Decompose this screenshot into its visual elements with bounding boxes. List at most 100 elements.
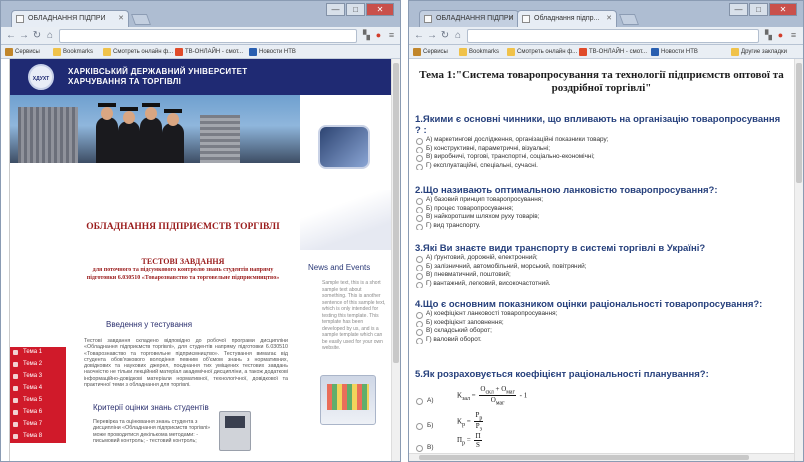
answer-option[interactable]: Б) xyxy=(416,422,433,430)
bookmark-item[interactable]: Смотреть онлайн ф... xyxy=(507,47,577,57)
answer-option[interactable]: Б) коефіцієнт заповнення; xyxy=(415,319,788,328)
site-header: ХДУХТ ХАРКІВСЬКИЙ ДЕРЖАВНИЙ УНІВЕРСИТЕТ … xyxy=(10,59,393,95)
nav-item-topic[interactable]: Тема 8 xyxy=(10,431,66,443)
nav-item-topic[interactable]: Тема 6 xyxy=(10,407,66,419)
minimize-button[interactable]: — xyxy=(729,3,748,16)
bookmark-item[interactable]: Другие закладки xyxy=(731,47,799,57)
answer-option[interactable]: А) маркетингові дослідження, організацій… xyxy=(415,136,788,145)
bookmark-item[interactable]: Сервисы xyxy=(5,47,51,57)
topic-nav: Тема 1 Тема 2 Тема 3 Тема 4 Тема 5 Тема … xyxy=(10,347,66,443)
scrollbar-thumb[interactable] xyxy=(796,63,802,183)
answer-option[interactable]: Б) процес товаропросування; xyxy=(415,205,788,214)
question-block: 4.Що є основним показником оцінки раціон… xyxy=(415,299,788,345)
answer-option[interactable]: В) найкоротшим шляхом руху товарів; xyxy=(415,213,788,222)
tab-label: ОБЛАДНАННЯ ПІДПРИ xyxy=(436,15,514,22)
tab-inactive[interactable]: ОБЛАДНАННЯ ПІДПРИ ✕ xyxy=(419,10,519,27)
bookmark-item[interactable]: Bookmarks xyxy=(459,47,505,57)
bookmark-item[interactable]: TB-ОНЛАЙН - смот... xyxy=(579,47,649,57)
decorative-curve xyxy=(300,190,393,250)
tab-label: Обладнання підпр... xyxy=(534,15,600,22)
nav-item-topic[interactable]: Тема 2 xyxy=(10,359,66,371)
tab-active[interactable]: ОБЛАДНАННЯ ПІДПРИ ✕ xyxy=(11,10,129,27)
answer-option[interactable]: Г) вантажний, легковий, високочастотний. xyxy=(415,280,788,289)
bookmark-item[interactable]: Новости НТВ xyxy=(249,47,305,57)
minimize-button[interactable]: — xyxy=(326,3,345,16)
question-block: 2.Що називають оптимальною ланковістю то… xyxy=(415,185,788,231)
question-title: 3.Які Ви знаєте види транспорту в систем… xyxy=(415,243,706,254)
address-bar[interactable] xyxy=(467,29,759,43)
vertical-scrollbar[interactable] xyxy=(391,59,400,461)
maximize-button[interactable]: □ xyxy=(346,3,365,16)
bookmarks-bar: Сервисы Bookmarks Смотреть онлайн ф... T… xyxy=(409,45,803,59)
question-block: 3.Які Ви знаєте види транспорту в систем… xyxy=(415,243,788,289)
tab-bar: ОБЛАДНАННЯ ПІДПРИ ✕ — □ ✕ xyxy=(1,1,400,27)
question-title: 2.Що називають оптимальною ланковістю то… xyxy=(415,185,718,196)
answer-option[interactable]: А) ґрунтовий, дорожній, електронний; xyxy=(415,254,788,263)
bookmark-item[interactable]: TB-ОНЛАЙН - смот... xyxy=(175,47,247,57)
extension-icon[interactable]: ▚ xyxy=(361,30,372,41)
nav-item-topic[interactable]: Тема 5 xyxy=(10,395,66,407)
home-icon[interactable]: ⌂ xyxy=(44,29,56,42)
close-window-button[interactable]: ✕ xyxy=(769,3,797,16)
news-title: News and Events xyxy=(308,263,371,272)
intro-heading: Введення у тестування xyxy=(106,320,193,329)
intro-text: Тестові завдання складено відповідно до … xyxy=(84,338,288,389)
bookmark-item[interactable]: Сервисы xyxy=(413,47,457,57)
close-tab-icon[interactable]: ✕ xyxy=(118,14,124,22)
scrollbar-thumb[interactable] xyxy=(393,63,399,363)
user-icon[interactable]: ● xyxy=(373,30,384,41)
answer-option[interactable]: Г) валовий оборот. xyxy=(415,336,788,345)
forward-arrow-icon[interactable]: → xyxy=(18,29,30,42)
answer-option[interactable]: Б) залізничний, автомобільний, морський,… xyxy=(415,263,788,272)
browser-toolbar: ← → ↻ ⌂ ▚ ● ≡ xyxy=(409,27,803,45)
answer-option[interactable]: А) xyxy=(416,397,434,405)
nav-item-topic[interactable]: Тема 3 xyxy=(10,371,66,383)
answer-option[interactable]: В) xyxy=(416,444,434,452)
tests-subtitle: для поточного та підсумкового контролю з… xyxy=(86,267,280,281)
answer-option[interactable]: В) складський оборот; xyxy=(415,327,788,336)
scrollbar-thumb[interactable] xyxy=(419,455,749,460)
address-bar[interactable] xyxy=(59,29,357,43)
answer-option[interactable]: В) пневматичний, поштовий; xyxy=(415,271,788,280)
option-letter: А) xyxy=(427,397,434,404)
page-viewport: ХДУХТ ХАРКІВСЬКИЙ ДЕРЖАВНИЙ УНІВЕРСИТЕТ … xyxy=(1,59,400,461)
nav-item-topic[interactable]: Тема 4 xyxy=(10,383,66,395)
close-tab-icon[interactable]: ✕ xyxy=(606,14,612,22)
answer-option[interactable]: А) базовий принцип товаропросування; xyxy=(415,196,788,205)
tab-active[interactable]: Обладнання підпр... ✕ xyxy=(517,10,617,27)
answer-option[interactable]: Г) вид транспорту. xyxy=(415,222,788,231)
new-tab-button[interactable] xyxy=(618,14,640,25)
forward-arrow-icon[interactable]: → xyxy=(426,29,438,42)
browser-toolbar: ← → ↻ ⌂ ▚ ● ≡ xyxy=(1,27,400,45)
criteria-title: Критерії оцінки знань студентів xyxy=(93,403,209,412)
reload-icon[interactable]: ↻ xyxy=(31,29,43,42)
answer-option[interactable]: А) коефіцієнт ланковості товаропросуванн… xyxy=(415,310,788,319)
bookmark-item[interactable]: Bookmarks xyxy=(53,47,101,57)
answer-option[interactable]: Г) експлуатаційні, спеціальні, сучасні. xyxy=(415,162,788,171)
test-document: Тема 1:"Система товаропросування та техн… xyxy=(409,59,794,453)
back-arrow-icon[interactable]: ← xyxy=(5,29,17,42)
answer-option[interactable]: В) виробничі, торгові, транспортні, соці… xyxy=(415,153,788,162)
answer-option[interactable]: Б) конструктивні, параметричні, візуальн… xyxy=(415,145,788,154)
horizontal-scrollbar[interactable] xyxy=(409,453,794,461)
bookmark-item[interactable]: Смотреть онлайн ф... xyxy=(103,47,173,57)
cash-register-image xyxy=(219,411,251,451)
back-arrow-icon[interactable]: ← xyxy=(413,29,425,42)
display-fridge-image xyxy=(320,375,376,425)
home-icon[interactable]: ⌂ xyxy=(452,29,464,42)
window-controls: — □ ✕ xyxy=(326,3,394,16)
page-icon xyxy=(522,15,530,23)
extension-icon[interactable]: ▚ xyxy=(763,30,774,41)
menu-icon[interactable]: ≡ xyxy=(788,30,799,41)
new-tab-button[interactable] xyxy=(130,14,152,25)
close-window-button[interactable]: ✕ xyxy=(366,3,394,16)
bookmark-item[interactable]: Новости НТВ xyxy=(651,47,705,57)
menu-icon[interactable]: ≡ xyxy=(386,30,397,41)
vertical-scrollbar[interactable] xyxy=(794,59,803,461)
reload-icon[interactable]: ↻ xyxy=(439,29,451,42)
user-icon[interactable]: ● xyxy=(775,30,786,41)
close-tab-icon[interactable]: ✕ xyxy=(508,14,514,22)
nav-item-topic[interactable]: Тема 1 xyxy=(10,347,66,359)
nav-item-topic[interactable]: Тема 7 xyxy=(10,419,66,431)
maximize-button[interactable]: □ xyxy=(749,3,768,16)
